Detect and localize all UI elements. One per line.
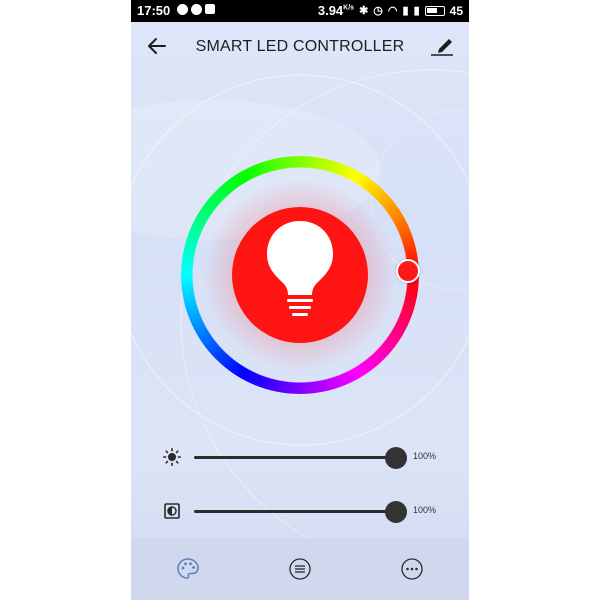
- lightbulb-icon: [267, 221, 333, 316]
- chat-icon: [177, 4, 188, 15]
- brightness-icon: [163, 448, 181, 466]
- page-title: SMART LED CONTROLLER: [195, 38, 405, 55]
- contrast-track[interactable]: [194, 510, 396, 513]
- palette-icon[interactable]: [176, 557, 200, 581]
- app-bar: SMART LED CONTROLLER: [131, 22, 469, 72]
- contrast-value: 100%: [413, 505, 437, 515]
- signal-icon: ▮: [402, 5, 409, 17]
- brightness-track[interactable]: [194, 456, 396, 459]
- contrast-slider-row: 100%: [131, 496, 469, 526]
- pencil-icon[interactable]: [429, 34, 455, 58]
- color-picker-handle[interactable]: [396, 259, 420, 283]
- network-speed-value: 3.94: [317, 3, 344, 18]
- message-icon: [191, 4, 202, 15]
- network-speed-unit: K/s: [343, 4, 355, 12]
- color-picker[interactable]: [181, 156, 420, 394]
- status-bar: 17:50 3.94K/s ✱ ◷ ◠ ▮ ▮ 45: [131, 0, 469, 22]
- notification-icons: [177, 4, 215, 15]
- contrast-thumb[interactable]: [385, 501, 407, 523]
- bottom-nav: [131, 538, 469, 600]
- alarm-icon: ◷: [373, 5, 383, 17]
- status-time: 17:50: [137, 3, 171, 18]
- brightness-value: 100%: [413, 451, 437, 461]
- brightness-slider-row: 100%: [131, 442, 469, 472]
- battery-level: 45: [449, 3, 463, 18]
- network-speed: 3.94K/s: [318, 3, 354, 18]
- bulb-preview[interactable]: [232, 207, 368, 343]
- phone-screen: 17:50 3.94K/s ✱ ◷ ◠ ▮ ▮ 45 SMART LED CON…: [131, 0, 469, 600]
- contrast-icon: [164, 503, 180, 519]
- brightness-thumb[interactable]: [385, 447, 407, 469]
- image-icon: [205, 4, 215, 14]
- bluetooth-icon: ✱: [359, 5, 369, 17]
- wifi-icon: ◠: [387, 5, 398, 17]
- list-icon[interactable]: [288, 557, 312, 581]
- more-icon[interactable]: [400, 557, 424, 581]
- battery-icon: [424, 5, 445, 16]
- signal-2-icon: ▮: [413, 5, 420, 17]
- status-indicators: 3.94K/s ✱ ◷ ◠ ▮ ▮ 45: [318, 3, 463, 18]
